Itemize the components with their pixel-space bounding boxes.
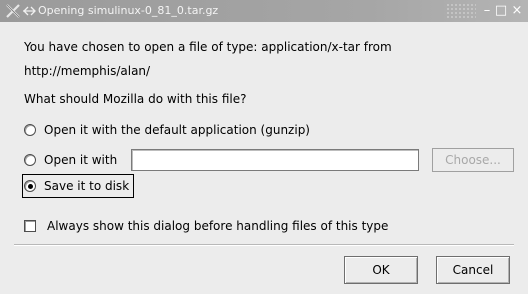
ok-button[interactable]: OK [344,256,418,284]
option-open-default[interactable]: Open it with the default application (gu… [24,121,310,139]
window-menu-icon[interactable] [22,5,36,17]
question-text: What should Mozilla do with this file? [24,92,247,106]
always-show-option[interactable]: Always show this dialog before handling … [24,219,388,233]
app-logo-icon [6,4,20,18]
window-title: Opening simulinux-0_81_0.tar.gz [38,4,219,17]
message-line-2: http://memphis/alan/ [24,64,151,78]
minimize-button[interactable]: – [480,3,494,19]
cancel-button[interactable]: Cancel [436,256,510,284]
open-with-radio[interactable] [24,154,36,166]
choose-button[interactable]: Choose... [432,148,514,172]
close-button[interactable]: × [510,3,524,19]
message-line-1: You have chosen to open a file of type: … [24,40,392,54]
save-to-disk-radio[interactable] [24,180,36,192]
option-save-to-disk[interactable]: Save it to disk [24,177,129,195]
save-to-disk-label: Save it to disk [44,179,130,193]
open-default-radio[interactable] [24,124,36,136]
always-show-checkbox[interactable] [24,220,36,232]
open-default-label: Open it with the default application (gu… [44,123,310,137]
always-show-label: Always show this dialog before handling … [47,219,389,233]
maximize-button[interactable]: □ [494,3,508,19]
separator [14,244,514,246]
application-path-input[interactable] [131,149,419,171]
title-grip-pattern [446,3,476,19]
open-with-label: Open it with [44,153,118,167]
title-bar[interactable]: Opening simulinux-0_81_0.tar.gz – □ × [0,0,528,22]
option-open-with[interactable]: Open it with [24,151,117,169]
